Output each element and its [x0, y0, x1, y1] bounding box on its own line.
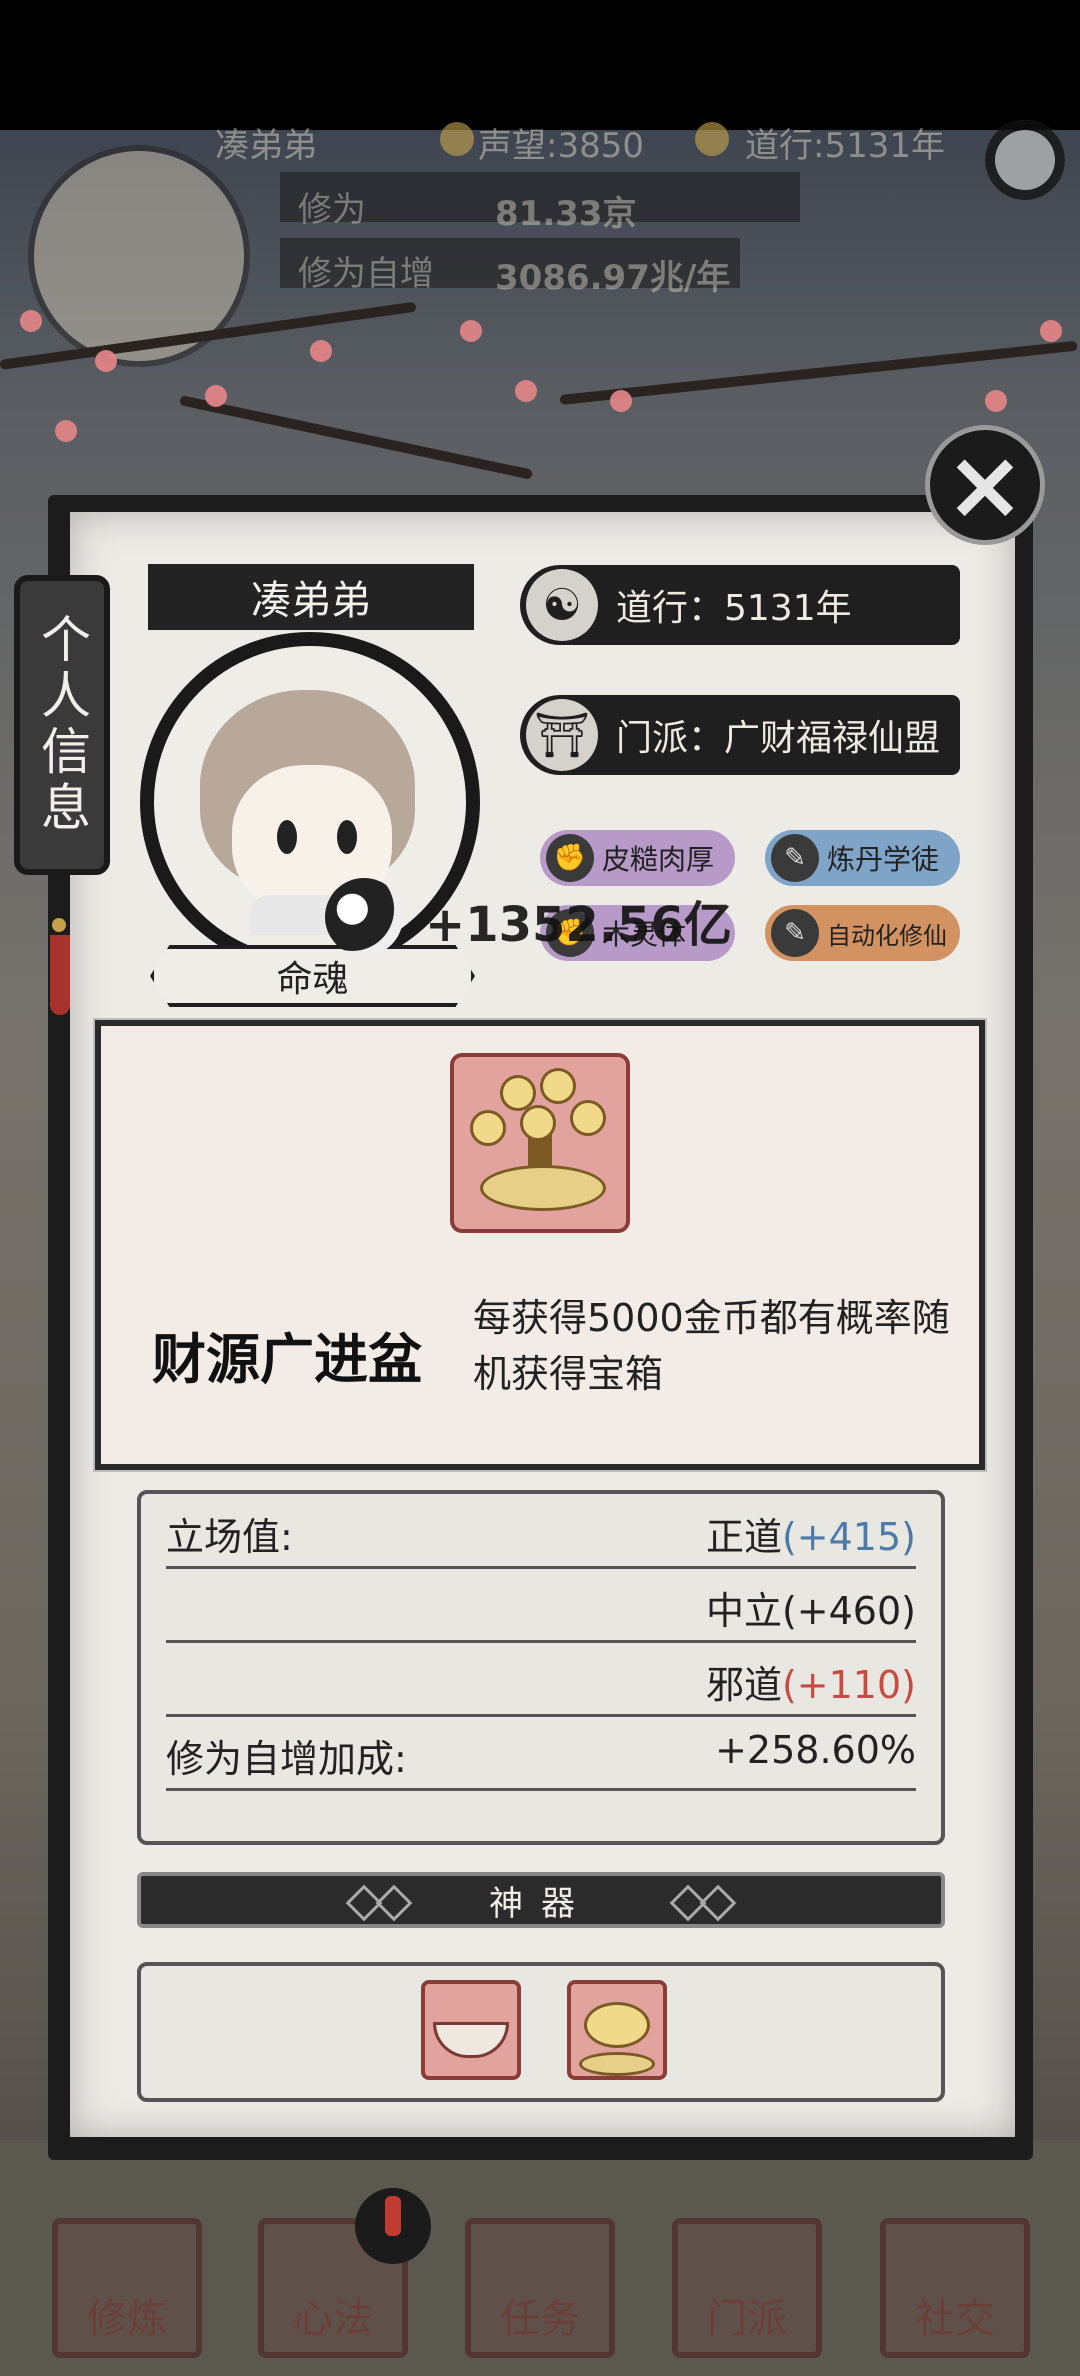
nav-social[interactable]: 社交 [880, 2218, 1030, 2358]
tassel-decoration [50, 935, 70, 1015]
alert-exclamation-icon [385, 2196, 401, 2236]
coin-icon [520, 1105, 556, 1141]
sect-bar[interactable]: ⛩ 门派：广财福禄仙盟 [520, 695, 960, 775]
close-icon: × [944, 429, 1026, 541]
portrait-eye [277, 820, 297, 854]
diamond-decoration [375, 1884, 413, 1922]
trait-badge[interactable]: ✎ 炼丹学徒 [765, 830, 960, 886]
sect-text: 门派：广财福禄仙盟 [616, 718, 941, 759]
diamond-decoration [699, 1884, 737, 1922]
soul-label: 命魂 [276, 959, 349, 1000]
tab-personal-info[interactable]: 个人信息 [14, 575, 110, 875]
tassel-knot [52, 918, 66, 932]
close-button[interactable]: × [925, 425, 1045, 545]
cultivation-bonus-label: 修为自增加成: [166, 1737, 407, 1781]
character-name: 凑弟弟 [152, 568, 470, 626]
item-name: 财源广进盆 [152, 1328, 422, 1391]
artifact-header-label: 神器 [489, 1883, 593, 1924]
blossom-petal [1040, 320, 1062, 342]
hud-row-label: 修为 [298, 190, 366, 230]
taiji-icon [325, 878, 403, 956]
blossom-petal [985, 390, 1007, 412]
blossom-petal [20, 310, 42, 332]
evil-value: 邪道(+110) [705, 1663, 916, 1707]
stance-label: 立场值: [166, 1515, 293, 1559]
blossom-petal [610, 390, 632, 412]
dao-bar: ☯ 道行：5131年 [520, 565, 960, 645]
hud-player-name: 凑弟弟 [215, 126, 317, 166]
hud-dao-years: 道行:5131年 [745, 126, 945, 166]
blossom-petal [310, 340, 332, 362]
coin-icon [540, 1068, 576, 1104]
stat-row: 修为自增加成: +258.60% [166, 1716, 916, 1791]
bowl-artifact-icon[interactable] [421, 1980, 521, 2080]
scroll-icon: ✎ [771, 834, 819, 882]
righteous-value: 正道(+415) [705, 1515, 916, 1559]
temple-icon: ⛩ [526, 699, 598, 771]
settings-gear-icon[interactable] [985, 120, 1065, 200]
tab-label: 个人信息 [33, 613, 91, 837]
item-description: 每获得5000金币都有概率随机获得宝箱 [473, 1296, 950, 1396]
artifact-header: 神器 [137, 1872, 945, 1928]
hud-reputation: 声望:3850 [478, 126, 644, 166]
stat-row: 立场值: 正道(+415) [166, 1494, 916, 1569]
blossom-petal [95, 350, 117, 372]
blossom-petal [205, 385, 227, 407]
taiji-icon [695, 122, 729, 156]
trait-label: 自动化修仙 [827, 921, 947, 950]
artifact-box [137, 1962, 945, 2102]
coin-icon [570, 1100, 606, 1136]
blossom-petal [55, 420, 77, 442]
dao-text: 道行：5131年 [616, 588, 852, 629]
stat-row: 邪道(+110) [166, 1642, 916, 1717]
blossom-petal [460, 320, 482, 342]
trait-badge[interactable]: ✎ 自动化修仙 [765, 905, 960, 961]
stat-row: 中立(+460) [166, 1568, 916, 1643]
hud-row-value: 81.33京 [495, 194, 637, 234]
money-tree-artifact-icon[interactable] [567, 1980, 667, 2080]
neutral-value: 中立(+460) [705, 1589, 916, 1633]
fist-icon: ✊ [546, 834, 594, 882]
cultivation-bonus-value: +258.60% [715, 1728, 916, 1772]
taiji-icon: ☯ [526, 569, 598, 641]
coin-icon [470, 1110, 506, 1146]
stance-stats-box[interactable]: 立场值: 正道(+415) 中立(+460) 邪道(+110) 修为自增加成: … [137, 1490, 945, 1845]
trait-badge[interactable]: ✊ 皮糙肉厚 [540, 830, 735, 886]
nav-task[interactable]: 任务 [465, 2218, 615, 2358]
hud-row-value: 3086.97兆/年 [495, 258, 731, 298]
floating-gain: +1352.56亿 [425, 897, 732, 953]
trait-label: 炼丹学徒 [827, 843, 940, 876]
portrait-eye [337, 820, 357, 854]
blossom-petal [515, 380, 537, 402]
nav-sect[interactable]: 门派 [672, 2218, 822, 2358]
hud-row-label: 修为自增 [298, 254, 434, 294]
coin-icon [440, 122, 474, 156]
nav-cultivate[interactable]: 修炼 [52, 2218, 202, 2358]
tree-pot [480, 1165, 606, 1211]
trait-label: 皮糙肉厚 [602, 843, 715, 876]
scroll-icon: ✎ [771, 909, 819, 957]
